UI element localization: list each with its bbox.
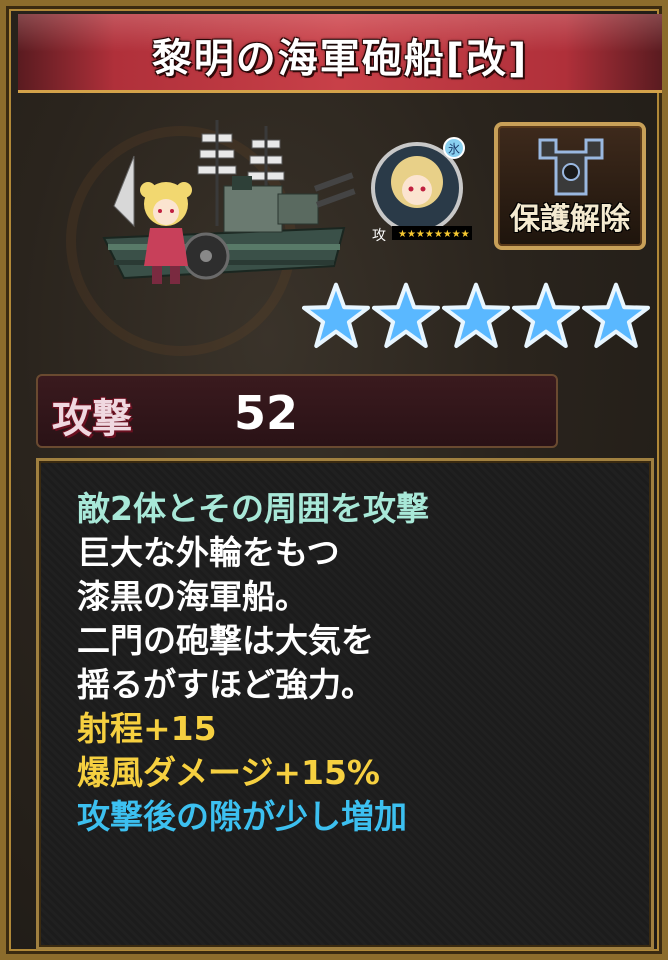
flavor-line: 二門の砲撃は大気を: [77, 621, 374, 660]
rarity-star-icon: [512, 282, 580, 348]
description-text: 敵2体とその周囲を攻撃 巨大な外輪をもつ 漆黒の海軍船。 二門の砲撃は大気を 揺…: [77, 487, 429, 839]
unit-portrait: ★★★★★★★★ 氷 攻: [371, 137, 472, 244]
flavor-line: 漆黒の海軍船。: [77, 577, 308, 616]
skill-line: 敵2体とその周囲を攻撃: [77, 489, 429, 528]
rarity-star-icon: [372, 282, 440, 348]
element-badge: 氷: [448, 142, 460, 156]
svg-text:★★★★★★★★: ★★★★★★★★: [398, 229, 470, 240]
blast-damage-bonus-line: 爆風ダメージ+15%: [77, 753, 380, 792]
role-badge: 攻: [372, 228, 386, 244]
protection-release-label: 保護解除: [510, 202, 630, 237]
protection-release-button[interactable]: 保護解除: [494, 122, 646, 250]
attack-value: 52: [234, 386, 299, 440]
unit-detail-panel: 黎明の海軍砲船[改] ★★★★★★★★ 氷 攻 保護解除 攻撃 52 敵2体とそ…: [0, 0, 668, 960]
rarity-star-icon: [302, 282, 370, 348]
flavor-line: 揺るがすほど強力。: [77, 665, 374, 704]
unit-name: 黎明の海軍砲船[改]: [151, 36, 529, 82]
attack-stat-row: 攻撃 52: [36, 374, 558, 448]
rarity-star-icon: [442, 282, 510, 348]
title-bar: 黎明の海軍砲船[改]: [18, 14, 662, 93]
description-box: 敵2体とその周囲を攻撃 巨大な外輪をもつ 漆黒の海軍船。 二門の砲撃は大気を 揺…: [36, 458, 654, 950]
attack-label: 攻撃: [52, 396, 132, 442]
rarity-stars: [302, 282, 652, 354]
range-bonus-line: 射程+15: [77, 709, 217, 748]
attack-delay-penalty-line: 攻撃後の隙が少し増加: [77, 797, 407, 836]
flavor-line: 巨大な外輪をもつ: [77, 533, 340, 572]
rarity-star-icon: [582, 282, 650, 348]
protection-lock-icon: [538, 138, 604, 196]
ship-sprite: [102, 120, 356, 284]
